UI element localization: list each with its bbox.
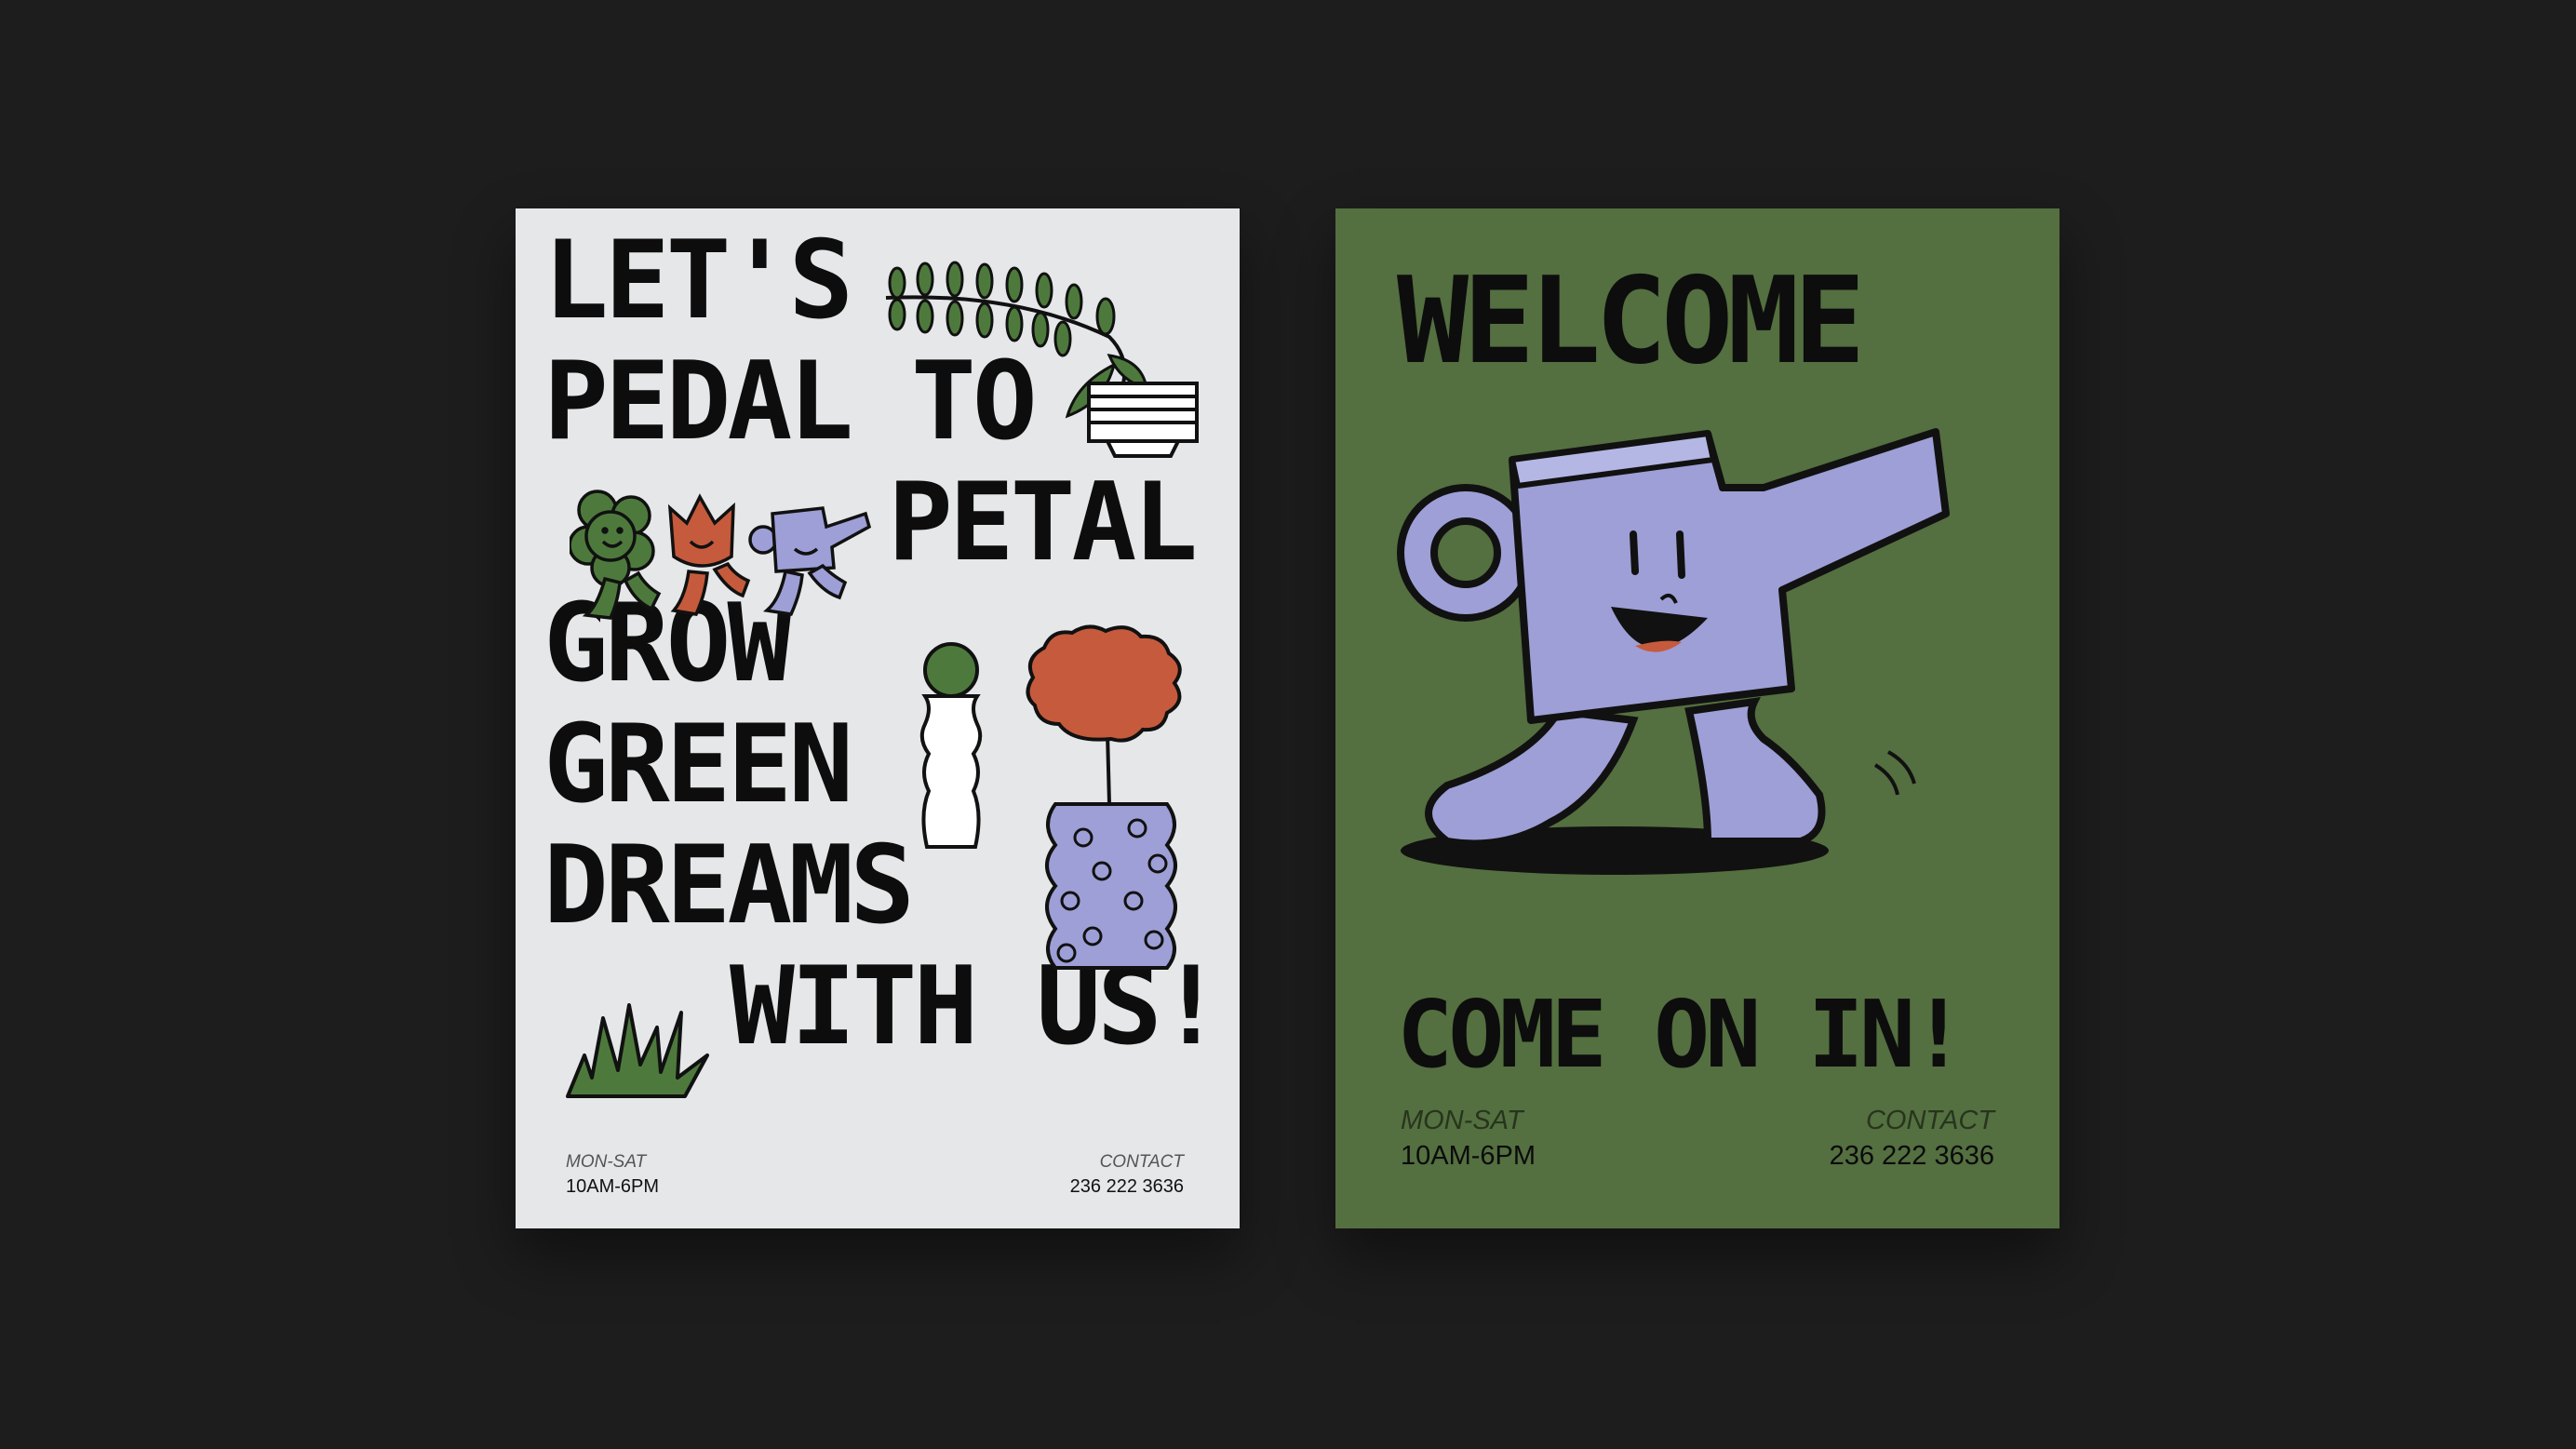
line-petal: PETAL <box>888 460 1198 585</box>
monstera-plant-icon <box>1026 624 1182 970</box>
watering-can-mascot-icon <box>1397 428 1950 875</box>
poster-right: WELCOME COME ON IN! MON-SAT 10AM-6PM CON… <box>1335 208 2059 1228</box>
line-green: GREEN <box>543 702 853 827</box>
contact-value: 236 222 3636 <box>1829 1141 1994 1171</box>
contact-label: CONTACT <box>1865 1106 1994 1135</box>
poster-left: LET'S PEDAL TO PETAL GROW GREEN DREAMS W… <box>516 208 1240 1228</box>
cactus-vase-icon <box>919 642 983 849</box>
walking-characters-icon <box>570 490 872 620</box>
contact-label: CONTACT <box>1099 1152 1184 1172</box>
line-dreams: DREAMS <box>543 823 915 948</box>
hours-value: 10AM-6PM <box>566 1176 660 1197</box>
welcome-headline: WELCOME <box>1397 252 1865 391</box>
line-lets: LET'S <box>543 218 853 343</box>
hours-value: 10AM-6PM <box>1401 1141 1536 1171</box>
come-on-in-tagline: COME ON IN! <box>1397 980 1966 1089</box>
contact-value: 236 222 3636 <box>1069 1176 1184 1197</box>
monstera-leaf-icon <box>1026 624 1182 743</box>
walking-tulip-icon <box>667 493 751 616</box>
walking-watering-can-icon <box>748 506 872 616</box>
hours-label: MON-SAT <box>1401 1106 1523 1135</box>
hours-label: MON-SAT <box>566 1152 647 1172</box>
walking-flower-icon <box>570 490 662 620</box>
striped-pot-icon <box>1087 382 1199 458</box>
grass-tuft-icon <box>566 1003 709 1098</box>
